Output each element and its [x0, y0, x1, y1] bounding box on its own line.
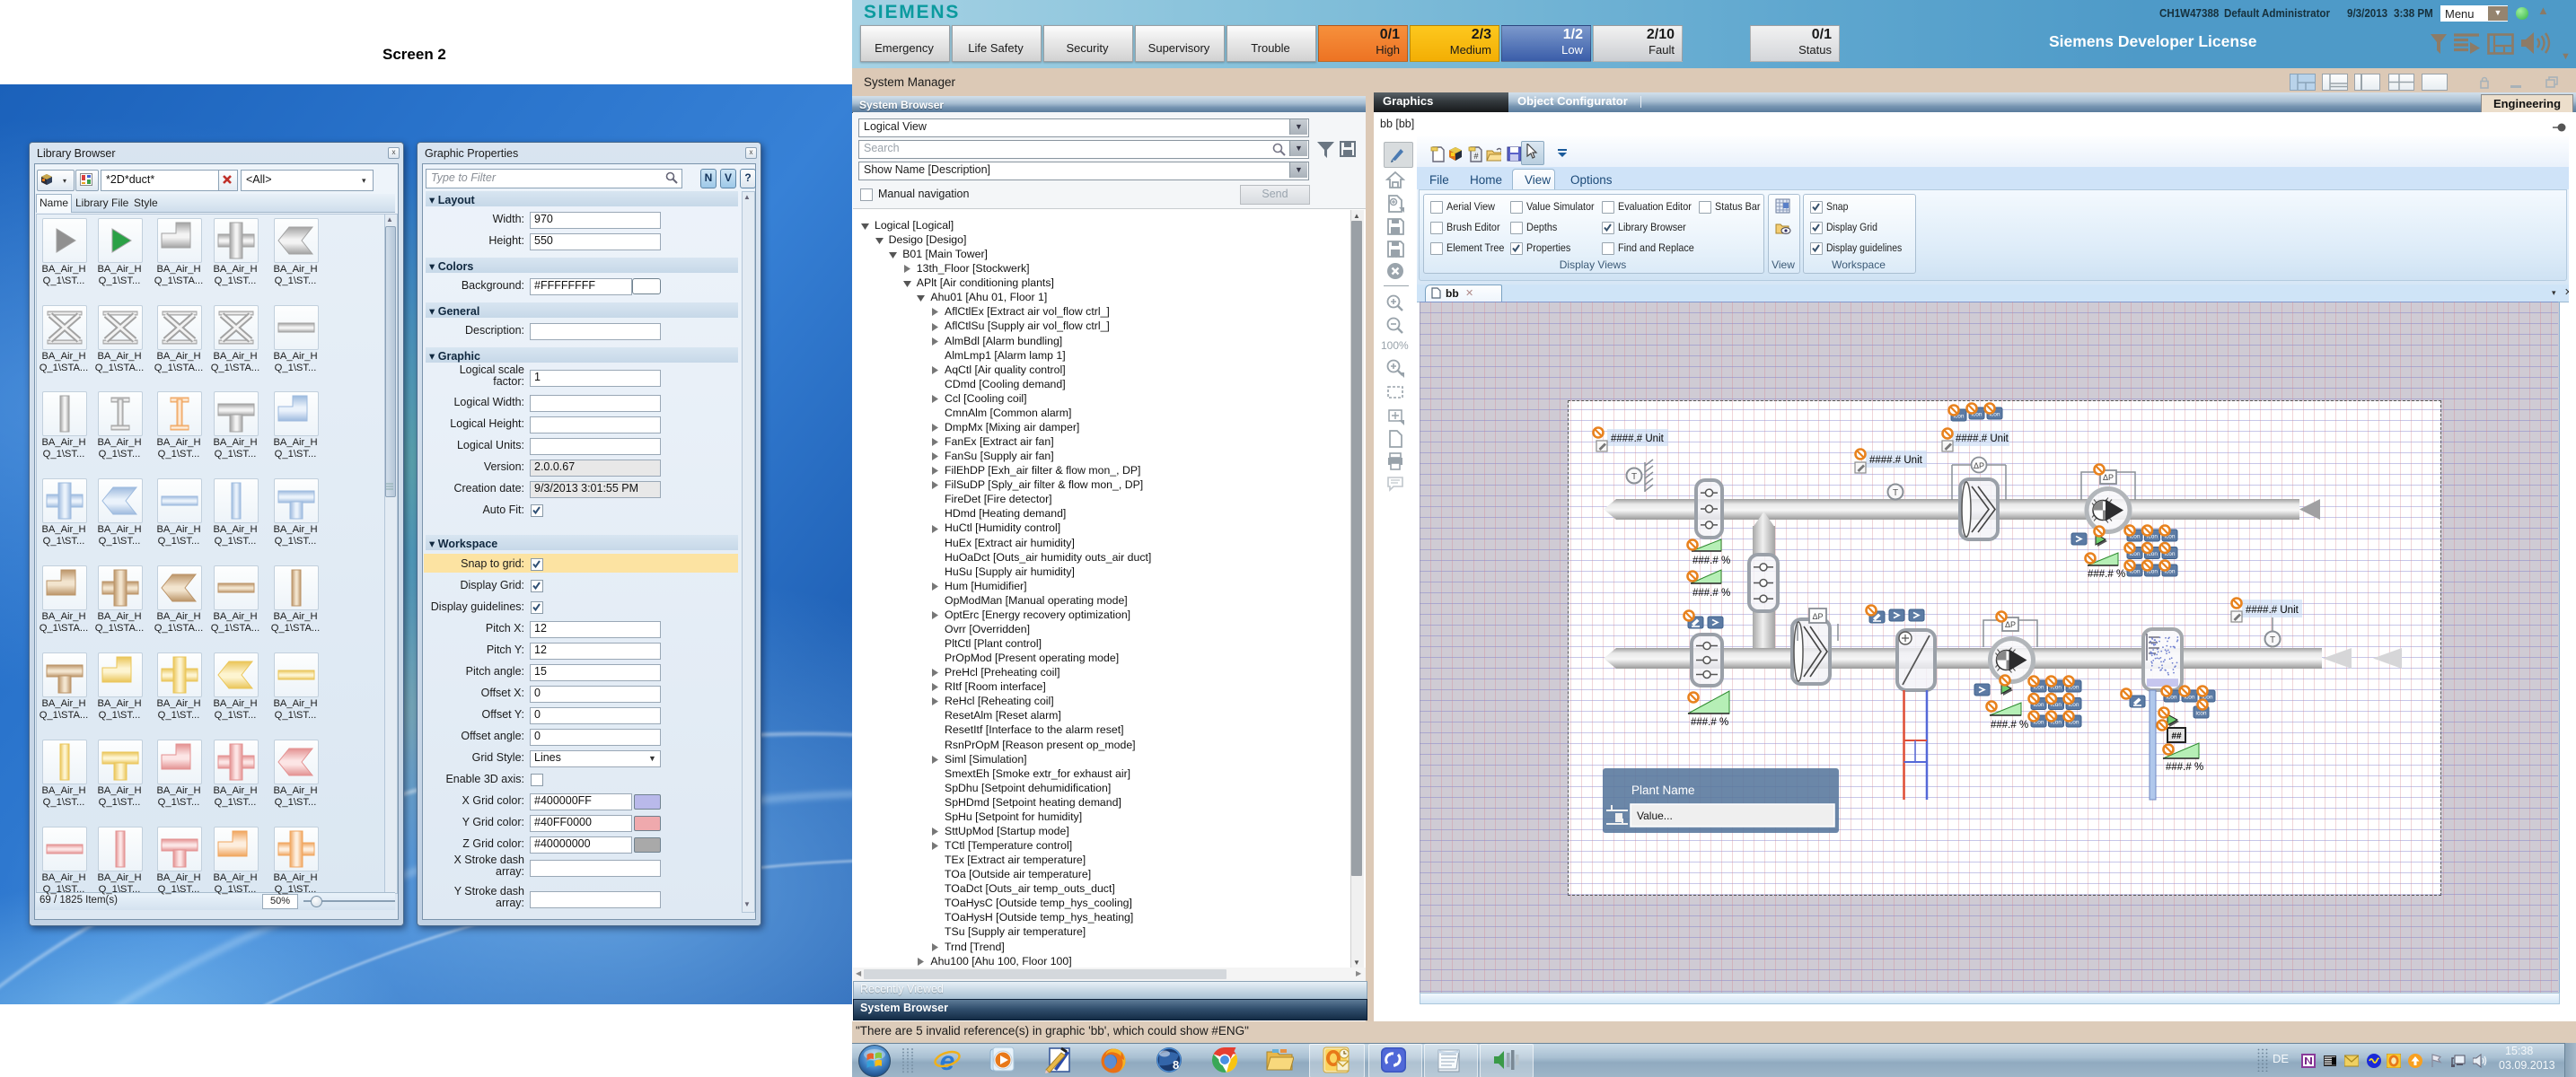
svg-text:####.# Unit: ####.# Unit	[2246, 605, 2299, 616]
svg-text:icon: icon	[2196, 711, 2207, 717]
svg-text:###.# %: ###.# %	[2088, 569, 2125, 580]
svg-text:ΔP: ΔP	[2103, 473, 2114, 482]
svg-text:###.# %: ###.# %	[1692, 588, 1730, 599]
svg-text:ΔP: ΔP	[2005, 620, 2016, 629]
svg-text:####.# Unit: ####.# Unit	[1956, 433, 2009, 444]
svg-text:Value...: Value...	[1637, 810, 1673, 822]
svg-text:T: T	[2270, 635, 2275, 645]
svg-text:ΔP: ΔP	[1974, 461, 1984, 470]
svg-text:Plant Name: Plant Name	[1631, 784, 1695, 797]
svg-text:####.# Unit: ####.# Unit	[1611, 433, 1665, 444]
svg-text:#: #	[1473, 152, 1478, 161]
svg-text:e: e	[940, 1046, 955, 1074]
svg-text:####.# Unit: ####.# Unit	[1869, 455, 1923, 466]
svg-text:T: T	[1631, 472, 1637, 482]
svg-text:###.# %: ###.# %	[1692, 556, 1730, 566]
svg-text:8: 8	[1173, 1058, 1179, 1072]
svg-text:###.# %: ###.# %	[1691, 717, 1728, 728]
svg-text:###.# %: ###.# %	[2166, 762, 2203, 773]
svg-text:###.# %: ###.# %	[1991, 720, 2028, 731]
svg-text:ΔP: ΔP	[1812, 612, 1823, 621]
svg-text:##: ##	[2171, 731, 2182, 741]
svg-text:T: T	[1893, 488, 1898, 498]
